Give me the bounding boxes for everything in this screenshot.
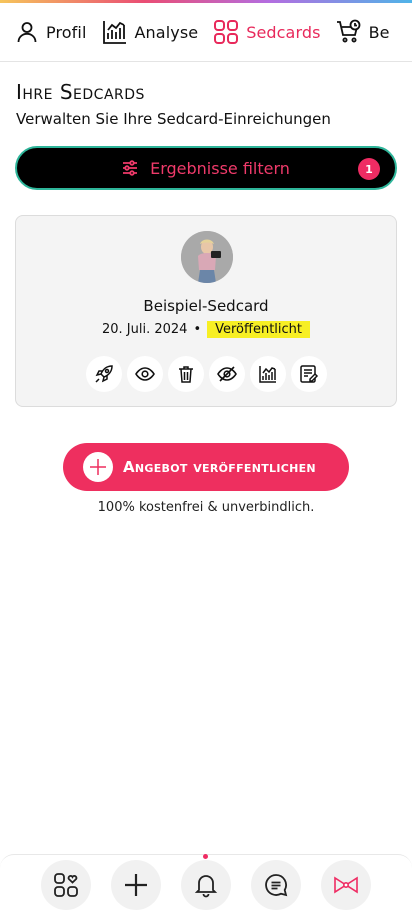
sedcard-date: 20. Juli. 2024 xyxy=(101,322,188,337)
apps-heart-icon xyxy=(54,873,78,897)
plus-icon xyxy=(125,874,147,896)
nav-apps-button[interactable] xyxy=(41,860,91,910)
tab-bestellungen[interactable]: Be xyxy=(321,3,390,61)
grid-icon xyxy=(214,20,239,44)
hide-button[interactable] xyxy=(208,356,245,392)
bow-icon xyxy=(334,876,358,894)
nav-notifications-button[interactable] xyxy=(181,854,231,910)
view-button[interactable] xyxy=(126,356,163,392)
chart-icon xyxy=(102,21,126,44)
tab-profil-label: Profil xyxy=(46,22,87,42)
edit-note-icon xyxy=(299,365,318,383)
publish-offer-label: Angebot veröffentlichen xyxy=(123,458,316,476)
meta-separator: • xyxy=(193,322,202,337)
sedcard-meta: 20. Juli. 2024 • Veröffentlicht xyxy=(16,321,396,338)
plus-icon xyxy=(83,452,113,482)
page-header: Ihre Sedcards Verwalten Sie Ihre Sedcard… xyxy=(16,80,396,128)
nav-add-button[interactable] xyxy=(111,860,161,910)
sedcard-avatar xyxy=(181,231,233,283)
page-subtitle: Verwalten Sie Ihre Sedcard-Einreichungen xyxy=(16,110,331,128)
bottom-nav xyxy=(0,854,412,915)
delete-button[interactable] xyxy=(167,356,204,392)
status-badge: Veröffentlicht xyxy=(207,321,311,338)
rocket-icon xyxy=(94,365,113,383)
page-title: Ihre Sedcards xyxy=(16,80,145,104)
chat-icon xyxy=(265,874,288,897)
statistics-button[interactable] xyxy=(249,356,286,392)
tab-analyse-label: Analyse xyxy=(134,22,199,42)
publish-note: 100% kostenfrei & unverbindlich. xyxy=(97,500,315,515)
nav-chat-button[interactable] xyxy=(251,860,301,910)
chart-icon xyxy=(258,366,276,383)
tab-sedcards[interactable]: Sedcards xyxy=(198,3,320,61)
sedcard-actions xyxy=(16,356,396,392)
tab-bestellungen-label: Be xyxy=(368,22,390,42)
top-tabs: Profil Analyse Sedcards Be xyxy=(0,3,412,62)
trash-icon xyxy=(178,366,193,383)
boost-button[interactable] xyxy=(85,356,122,392)
filter-label: Ergebnisse filtern xyxy=(150,158,290,178)
sedcard-item[interactable]: Beispiel-Sedcard 20. Juli. 2024 • Veröff… xyxy=(15,215,397,407)
publish-offer-button[interactable]: Angebot veröffentlichen xyxy=(63,443,349,491)
tab-sedcards-label: Sedcards xyxy=(246,22,321,42)
edit-button[interactable] xyxy=(290,356,327,392)
eye-off-icon xyxy=(216,366,237,382)
bell-icon xyxy=(194,875,218,898)
nav-brand-button[interactable] xyxy=(321,860,371,910)
filter-count-badge: 1 xyxy=(358,158,380,180)
eye-icon xyxy=(134,367,155,381)
user-icon xyxy=(17,22,37,43)
filter-results-button[interactable]: Ergebnisse filtern 1 xyxy=(15,146,397,190)
cart-clock-icon xyxy=(336,19,360,43)
tab-profil[interactable]: Profil xyxy=(0,3,87,61)
tab-analyse[interactable]: Analyse xyxy=(87,3,199,61)
notification-dot xyxy=(203,854,208,859)
sliders-icon xyxy=(122,160,138,176)
sedcard-title: Beispiel-Sedcard xyxy=(143,297,269,315)
